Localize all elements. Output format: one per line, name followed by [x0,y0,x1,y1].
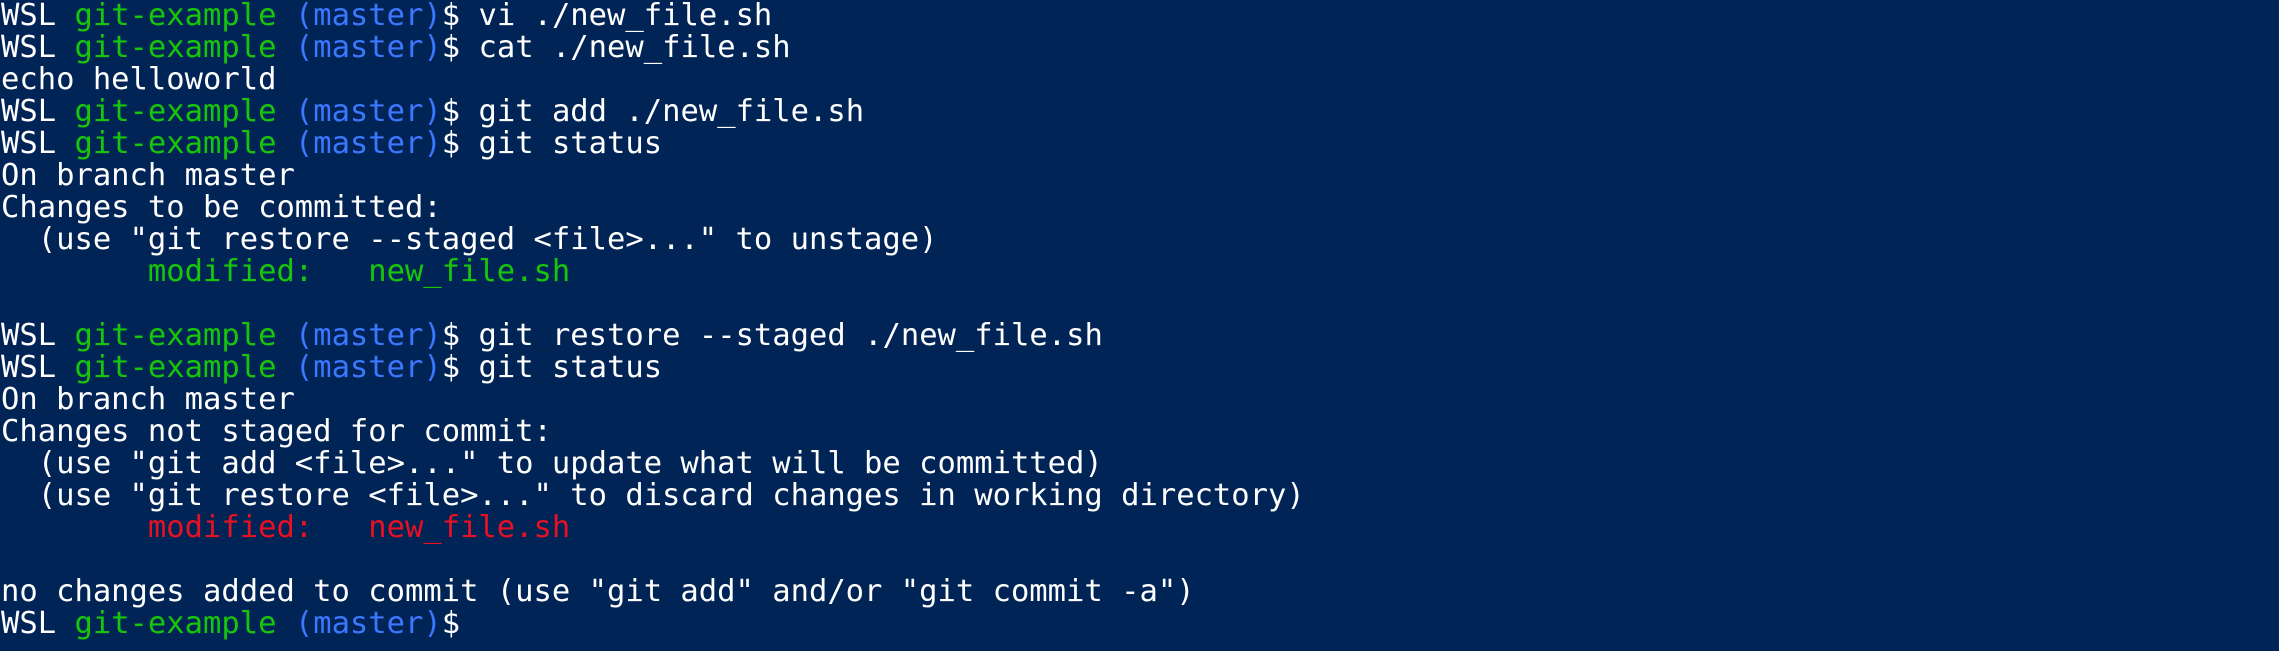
prompt-line: WSL git-example (master)$ vi ./new_file.… [1,0,2279,32]
command-text: cat ./new_file.sh [460,30,791,65]
prompt-symbol: $ [441,126,461,161]
prompt-host: WSL [1,0,57,33]
prompt-line: WSL git-example (master)$ git restore --… [1,320,2279,352]
prompt-symbol: $ [441,318,461,353]
output-line: no changes added to commit (use "git add… [1,574,1195,609]
prompt-dir: git-example [74,30,277,65]
command-text: git add ./new_file.sh [460,94,865,129]
prompt-line: WSL git-example (master)$ cat ./new_file… [1,32,2279,64]
prompt-branch: (master) [294,0,442,33]
prompt-branch: (master) [294,94,442,129]
command-text: git status [460,350,663,385]
output-line: (use "git add <file>..." to update what … [1,446,1103,481]
prompt-symbol: $ [441,606,461,641]
prompt-host: WSL [1,94,57,129]
prompt-symbol: $ [441,94,461,129]
prompt-branch: (master) [294,126,442,161]
unstaged-file-line: modified: new_file.sh [1,510,571,545]
command-text: git status [460,126,663,161]
output-line: echo helloworld [1,62,277,97]
prompt-dir: git-example [74,126,277,161]
prompt-line: WSL git-example (master)$ git status [1,128,2279,160]
output-line: On branch master [1,382,295,417]
command-text: git restore --staged ./new_file.sh [460,318,1103,353]
output-line: (use "git restore --staged <file>..." to… [1,222,938,257]
prompt-dir: git-example [74,94,277,129]
prompt-dir: git-example [74,606,277,641]
output-line: On branch master [1,158,295,193]
output-line: Changes not staged for commit: [1,414,552,449]
output-line: (use "git restore <file>..." to discard … [1,478,1305,513]
output-line: Changes to be committed: [1,190,442,225]
prompt-host: WSL [1,30,57,65]
prompt-host: WSL [1,126,57,161]
prompt-host: WSL [1,606,57,641]
prompt-branch: (master) [294,30,442,65]
prompt-host: WSL [1,350,57,385]
command-text: vi ./new_file.sh [460,0,773,33]
prompt-dir: git-example [74,0,277,33]
prompt-branch: (master) [294,318,442,353]
prompt-dir: git-example [74,350,277,385]
prompt-line: WSL git-example (master)$ git add ./new_… [1,96,2279,128]
prompt-branch: (master) [294,606,442,641]
staged-file-line: modified: new_file.sh [1,254,571,289]
prompt-symbol: $ [441,0,461,33]
prompt-symbol: $ [441,350,461,385]
prompt-line: WSL git-example (master)$ git status [1,352,2279,384]
prompt-branch: (master) [294,350,442,385]
prompt-dir: git-example [74,318,277,353]
terminal-window[interactable]: WSL git-example (master)$ vi ./new_file.… [0,0,2279,651]
prompt-symbol: $ [441,30,461,65]
prompt-host: WSL [1,318,57,353]
active-prompt-line[interactable]: WSL git-example (master)$ [1,608,2279,640]
